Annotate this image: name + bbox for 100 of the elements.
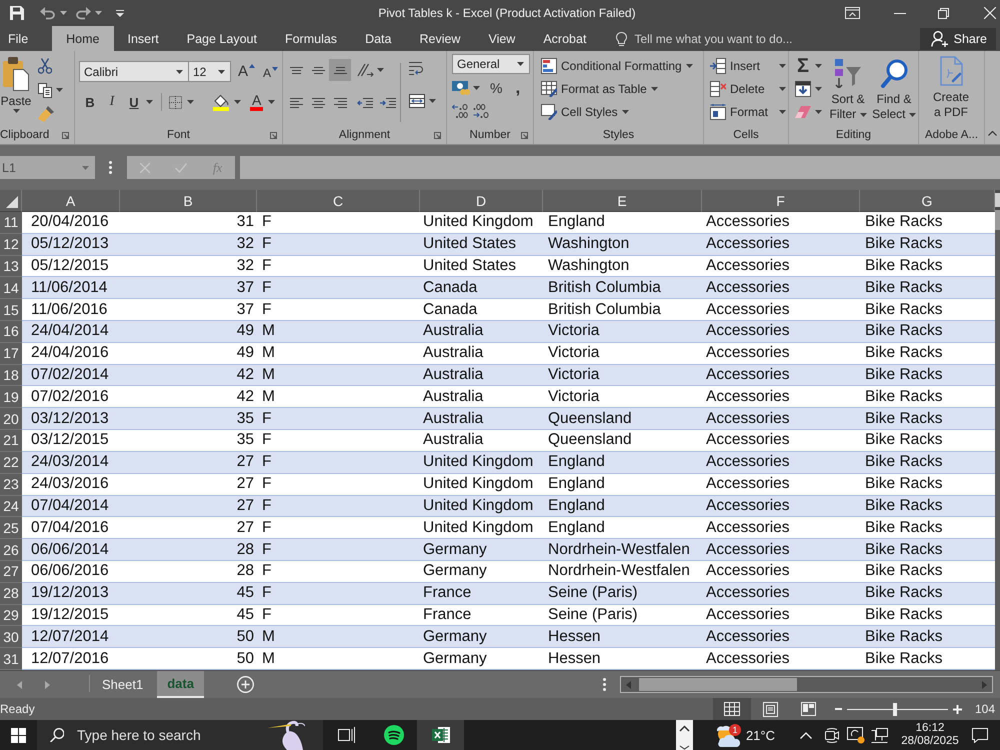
caret-icon[interactable]	[815, 64, 822, 68]
restore-icon[interactable]	[938, 8, 949, 18]
create-pdf-button[interactable]: Create a PDF	[919, 51, 983, 126]
minimize-icon[interactable]	[894, 12, 906, 14]
dialog-launcher-icon[interactable]	[521, 132, 528, 138]
italic-button[interactable]: I	[101, 91, 123, 113]
dialog-launcher-icon[interactable]	[434, 132, 441, 138]
caret-icon[interactable]	[12, 109, 20, 113]
row-header[interactable]: 24	[0, 496, 22, 518]
slider-thumb[interactable]	[893, 702, 898, 716]
font-color-button[interactable]: A	[250, 91, 264, 113]
autosum-button[interactable]: Σ	[795, 54, 822, 77]
caret-icon[interactable]	[377, 68, 384, 72]
column-header[interactable]: D	[420, 190, 543, 212]
row-header[interactable]: 20	[0, 408, 22, 430]
row-header[interactable]: 11	[0, 212, 22, 234]
name-box[interactable]: L1	[0, 156, 95, 179]
ribbon-tab[interactable]: Data	[351, 26, 406, 51]
search-box[interactable]: Type here to search	[37, 720, 323, 750]
underline-button[interactable]: U	[123, 91, 145, 113]
paint-bucket-icon[interactable]	[213, 94, 229, 110]
chevron-up-icon[interactable]	[800, 732, 812, 738]
merge-cells-icon[interactable]	[409, 94, 425, 108]
caret-icon[interactable]	[60, 11, 67, 15]
copy-icon[interactable]	[38, 82, 52, 98]
ribbon-menu-button[interactable]: Cell Styles	[541, 100, 703, 123]
screen-sync-icon[interactable]	[847, 726, 865, 744]
vertical-dots-icon[interactable]	[603, 678, 606, 691]
caret-icon[interactable]	[650, 86, 658, 90]
ribbon-tab[interactable]: Formulas	[270, 26, 352, 51]
ribbon-menu-button[interactable]: Conditional Formatting	[541, 54, 703, 77]
banknote-icon[interactable]	[452, 80, 470, 94]
row-header[interactable]: 29	[0, 604, 22, 626]
ribbon-tab[interactable]: Home	[52, 26, 114, 51]
caret-icon[interactable]	[268, 100, 276, 104]
find-select-button[interactable]: Find & Select	[870, 54, 918, 126]
formula-field[interactable]	[240, 156, 1000, 179]
row-header[interactable]: 12	[0, 234, 22, 256]
row-header[interactable]: 30	[0, 626, 22, 648]
plus-circle-icon[interactable]	[236, 676, 254, 693]
scrollbar-thumb[interactable]	[639, 678, 797, 691]
ribbon-menu-button[interactable]: Insert	[710, 54, 788, 77]
row-header[interactable]: 23	[0, 474, 22, 496]
caret-icon[interactable]	[815, 110, 822, 114]
align-bottom-button[interactable]	[329, 59, 351, 81]
clock-date[interactable]: 28/08/2025	[901, 735, 959, 748]
column-header[interactable]: E	[543, 190, 702, 212]
save-icon[interactable]	[10, 6, 24, 20]
dialog-launcher-icon[interactable]	[270, 132, 277, 138]
font-name-field[interactable]: Calibri	[79, 61, 189, 82]
row-header[interactable]: 18	[0, 364, 22, 386]
tell-me-field[interactable]: Tell me what you want to do...	[634, 30, 804, 48]
camera-icon[interactable]	[825, 726, 839, 744]
caret-icon[interactable]	[815, 86, 822, 90]
wrap-text-icon[interactable]	[409, 62, 425, 76]
search-field[interactable]: Type here to search	[77, 725, 267, 745]
decimal-right-icon[interactable]	[473, 104, 489, 118]
caret-icon[interactable]	[860, 112, 866, 117]
ribbon-menu-button[interactable]: Delete	[710, 77, 788, 100]
caret-icon[interactable]	[56, 88, 63, 92]
row-header[interactable]: 27	[0, 560, 22, 583]
zoom-level[interactable]: 104	[975, 702, 1000, 716]
taskbar-app[interactable]	[417, 720, 464, 750]
percent-button[interactable]: %	[490, 80, 502, 96]
column-header[interactable]: F	[702, 190, 860, 212]
ribbon-menu-button[interactable]: Format	[710, 100, 788, 123]
caret-icon[interactable]	[218, 70, 225, 74]
decimal-left-icon[interactable]	[452, 104, 468, 118]
column-header[interactable]: B	[120, 190, 257, 212]
ribbon-tab[interactable]: File	[0, 26, 52, 51]
clock-time[interactable]: 16:12	[916, 722, 944, 735]
row-header[interactable]: 26	[0, 539, 22, 561]
ribbon-tab[interactable]: Review	[405, 26, 474, 51]
share-button[interactable]: Share	[920, 28, 996, 50]
vertical-dots-icon[interactable]	[109, 161, 112, 174]
caret-icon[interactable]	[779, 64, 786, 68]
caret-icon[interactable]	[234, 100, 241, 104]
horizontal-scrollbar[interactable]	[620, 676, 993, 693]
network-icon[interactable]	[871, 728, 888, 742]
row-header[interactable]: 21	[0, 430, 22, 452]
customize-menu-icon[interactable]	[116, 10, 124, 16]
ribbon-menu-button[interactable]: Format as Table	[541, 77, 703, 100]
ribbon-display-icon[interactable]	[845, 7, 860, 19]
diagonal-text-icon[interactable]	[357, 63, 374, 77]
undo-icon[interactable]	[40, 6, 56, 20]
row-header[interactable]: 15	[0, 299, 22, 322]
paste-button[interactable]: Paste	[0, 51, 32, 126]
paintbrush-icon[interactable]	[38, 106, 54, 122]
caret-icon[interactable]	[429, 99, 436, 103]
row-header[interactable]: 22	[0, 452, 22, 474]
sheet-tab[interactable]: Sheet1	[92, 671, 154, 698]
collapse-ribbon-icon[interactable]	[988, 131, 997, 136]
row-header[interactable]: 13	[0, 256, 22, 278]
caret-icon[interactable]	[779, 110, 786, 114]
ribbon-tab[interactable]: Insert	[114, 26, 173, 51]
ribbon-tab[interactable]: View	[474, 26, 530, 51]
dialog-launcher-icon[interactable]	[62, 132, 69, 138]
row-header[interactable]: 19	[0, 386, 22, 408]
row-header[interactable]: 14	[0, 277, 22, 300]
bold-button[interactable]: B	[79, 91, 101, 113]
